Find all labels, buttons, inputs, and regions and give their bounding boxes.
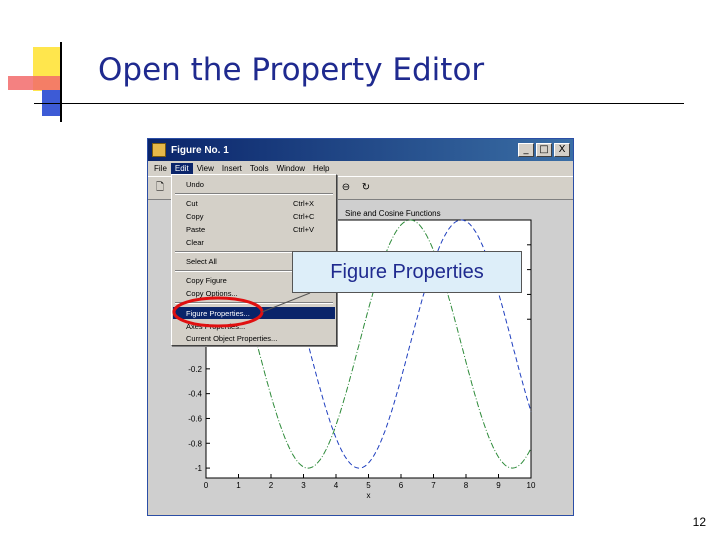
menu-separator bbox=[175, 302, 333, 304]
menu-item-current-object-properties[interactable]: Current Object Properties... bbox=[173, 332, 335, 344]
decor-vertical-line bbox=[60, 42, 62, 122]
x-axis-label: x bbox=[367, 491, 371, 500]
menu-item-copy[interactable]: Copy Ctrl+C bbox=[173, 210, 335, 222]
slide-title: Open the Property Editor bbox=[98, 52, 485, 88]
plot-title: Sine and Cosine Functions bbox=[345, 209, 441, 218]
x-tick-label: 1 bbox=[236, 481, 241, 490]
window-title: Figure No. 1 bbox=[171, 144, 229, 156]
zoom-out-icon[interactable]: ⊖ bbox=[340, 182, 352, 194]
callout-box: Figure Properties bbox=[292, 251, 522, 293]
maximize-button[interactable]: □ bbox=[536, 143, 552, 157]
menu-item-figure-properties[interactable]: Figure Properties... bbox=[173, 307, 335, 319]
menu-item-label: Copy bbox=[186, 211, 204, 221]
menu-help[interactable]: Help bbox=[309, 163, 333, 174]
x-tick-label: 10 bbox=[527, 481, 536, 490]
window-titlebar[interactable]: Figure No. 1 _ □ X bbox=[148, 139, 573, 161]
slide-number: 12 bbox=[692, 515, 706, 529]
menu-edit[interactable]: Edit bbox=[170, 163, 193, 174]
x-tick-label: 5 bbox=[366, 481, 371, 490]
menu-item-cut[interactable]: Cut Ctrl+X bbox=[173, 197, 335, 209]
menu-item-clear[interactable]: Clear bbox=[173, 236, 335, 248]
menu-item-label: Axes Properties... bbox=[186, 321, 246, 331]
menu-separator bbox=[175, 193, 333, 195]
menu-item-undo[interactable]: Undo bbox=[173, 178, 335, 190]
minimize-button[interactable]: _ bbox=[518, 143, 534, 157]
y-tick-label: -0.6 bbox=[188, 414, 202, 423]
rotate-icon[interactable]: ↻ bbox=[360, 182, 372, 194]
y-tick-label: -0.8 bbox=[188, 439, 202, 448]
menu-window[interactable]: Window bbox=[273, 163, 309, 174]
menu-item-label: Select All bbox=[186, 256, 217, 266]
menu-item-label: Figure Properties... bbox=[186, 308, 250, 318]
y-tick-label: -0.2 bbox=[188, 365, 202, 374]
y-tick-label: -1 bbox=[195, 464, 203, 473]
menu-view[interactable]: View bbox=[193, 163, 218, 174]
menu-item-shortcut: Ctrl+X bbox=[293, 198, 315, 208]
menu-item-label: Cut bbox=[186, 198, 198, 208]
menu-item-label: Undo bbox=[186, 179, 204, 189]
menu-item-label: Copy Figure bbox=[186, 275, 227, 285]
x-tick-label: 3 bbox=[301, 481, 306, 490]
menu-item-label: Paste bbox=[186, 224, 206, 234]
menu-file[interactable]: File bbox=[150, 163, 171, 174]
menu-item-shortcut: Ctrl+C bbox=[293, 211, 315, 221]
window-controls: _ □ X bbox=[518, 143, 570, 157]
menu-item-axes-properties[interactable]: Axes Properties... bbox=[173, 320, 335, 332]
matlab-figure-icon bbox=[152, 143, 166, 157]
menu-insert[interactable]: Insert bbox=[218, 163, 246, 174]
x-tick-label: 9 bbox=[496, 481, 501, 490]
menu-item-label: Clear bbox=[186, 237, 204, 247]
x-tick-label: 2 bbox=[269, 481, 274, 490]
menu-item-shortcut: Ctrl+V bbox=[293, 224, 315, 234]
decor-red-bar bbox=[8, 76, 60, 90]
y-tick-label: -0.4 bbox=[188, 390, 202, 399]
x-tick-label: 6 bbox=[399, 481, 404, 490]
new-figure-icon[interactable]: 🗋 bbox=[154, 182, 166, 194]
menu-tools[interactable]: Tools bbox=[246, 163, 273, 174]
x-tick-label: 8 bbox=[464, 481, 469, 490]
decor-horizontal-line bbox=[34, 103, 684, 104]
menu-item-paste[interactable]: Paste Ctrl+V bbox=[173, 223, 335, 235]
menu-item-label: Current Object Properties... bbox=[186, 333, 278, 343]
x-tick-label: 7 bbox=[431, 481, 436, 490]
close-button[interactable]: X bbox=[554, 143, 570, 157]
menu-item-label: Copy Options... bbox=[186, 288, 238, 298]
x-tick-label: 4 bbox=[334, 481, 339, 490]
x-tick-label: 0 bbox=[204, 481, 209, 490]
